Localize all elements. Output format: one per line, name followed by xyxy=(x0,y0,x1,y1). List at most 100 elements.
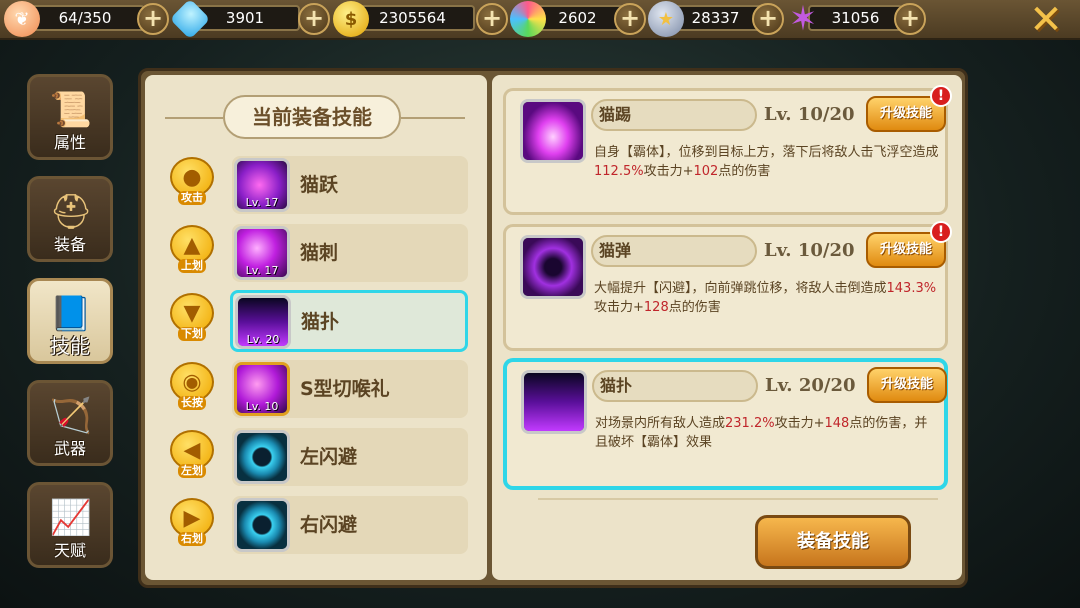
stamina-counter: 64/350 xyxy=(25,5,145,31)
skill-level: Lv. 17 xyxy=(245,264,279,277)
skill-icon-dodge-left xyxy=(234,430,290,484)
scroll-icon: 📜 xyxy=(49,90,93,130)
skill-card-description: 大幅提升【闪避】，向前弹跳位移，将敌人击倒造成143.3% 攻击力+128点的伤害 xyxy=(594,279,939,317)
desc-text: 对场景内所有敌人造成 xyxy=(595,416,726,431)
alert-icon: ! xyxy=(930,221,952,243)
dodge-left-art xyxy=(237,433,287,481)
add-star-button[interactable]: + xyxy=(894,3,926,35)
star-value: 31056 xyxy=(831,9,880,27)
equipped-skill-row[interactable]: Lv. 10 S型切喉礼 xyxy=(232,360,468,418)
helmet-icon: ⛑ xyxy=(49,192,93,232)
gesture-swipe-left-badge: ◀ 左划 xyxy=(166,430,218,482)
resource-bar: 64/350 ❦ + 3901 + 2305564 $ + 2602 + 283… xyxy=(0,0,1080,40)
skill-card-cat-bounce[interactable]: 猫弹 Lv. 10/20 升级技能 ! 大幅提升【闪避】，向前弹跳位移，将敌人击… xyxy=(503,221,952,351)
gesture-label: 攻击 xyxy=(178,191,206,205)
add-candy-button[interactable]: + xyxy=(614,3,646,35)
gesture-label: 长按 xyxy=(178,396,206,410)
skill-name: 右闪避 xyxy=(300,514,358,536)
rank-value: 28337 xyxy=(691,9,740,27)
skill-name: S型切喉礼 xyxy=(300,378,390,400)
add-diamond-button[interactable]: + xyxy=(298,3,330,35)
skill-card-cat-kick[interactable]: 猫踢 Lv. 10/20 升级技能 ! 自身【霸体】，位移到目标上方，落下后将敌… xyxy=(503,85,952,215)
close-icon[interactable]: ✕ xyxy=(1024,0,1068,40)
tab-skills[interactable]: 📘 技能 xyxy=(27,278,113,364)
desc-text: 点的伤害 xyxy=(718,164,771,179)
panel-title-group: 当前装备技能 xyxy=(165,95,465,139)
desc-text: 攻击力+ xyxy=(594,300,644,315)
skill-card-description: 自身【霸体】，位移到目标上方，落下后将敌人击飞浮空造成 112.5%攻击力+102… xyxy=(594,143,939,181)
gesture-label: 左划 xyxy=(178,464,206,478)
tab-equipment[interactable]: ⛑ 装备 xyxy=(27,176,113,262)
title-divider-right xyxy=(401,117,465,119)
gesture-attack-badge: ● 攻击 xyxy=(166,157,218,209)
desc-highlight: 112.5% xyxy=(594,164,644,179)
skill-card-level: Lv. 20/20 xyxy=(765,375,856,396)
panel-title: 当前装备技能 xyxy=(223,95,401,139)
skill-level: Lv. 20 xyxy=(246,333,280,346)
skill-name: 左闪避 xyxy=(300,446,358,468)
equip-skill-button[interactable]: 装备技能 xyxy=(755,515,911,569)
skill-icon-cat-stab: Lv. 17 xyxy=(234,226,290,280)
add-gold-button[interactable]: + xyxy=(476,3,508,35)
tab-talent[interactable]: 📈 天赋 xyxy=(27,482,113,568)
desc-text: 大幅提升【闪避】，向前弹跳位移，将敌人击倒造成 xyxy=(594,281,887,296)
skill-icon-cat-bounce xyxy=(520,235,586,299)
skill-icon-s-slash: Lv. 10 xyxy=(234,362,290,416)
purple-star-icon: ✶ xyxy=(788,0,818,39)
title-divider-left xyxy=(165,117,223,119)
skill-card-name: 猫踢 xyxy=(591,99,757,131)
desc-highlight: 231.2% xyxy=(725,416,775,431)
equipped-skill-row[interactable]: Lv. 17 猫刺 xyxy=(232,224,468,282)
desc-highlight: 128 xyxy=(643,300,669,315)
desc-highlight: 143.3% xyxy=(886,281,937,296)
tab-weapon[interactable]: 🏹 武器 xyxy=(27,380,113,466)
skill-level: Lv. 17 xyxy=(245,196,279,209)
skill-name: 猫扑 xyxy=(301,311,340,333)
skill-icon-cat-pounce: Lv. 20 xyxy=(235,295,291,349)
dodge-right-art xyxy=(237,501,287,549)
desc-highlight: 102 xyxy=(693,164,719,179)
talent-chart-icon: 📈 xyxy=(49,498,93,538)
tab-skills-label: 技能 xyxy=(50,334,90,358)
tab-attributes[interactable]: 📜 属性 xyxy=(27,74,113,160)
gesture-swipe-down-badge: ▼ 下划 xyxy=(166,293,218,345)
desc-highlight: 148 xyxy=(824,416,850,431)
candy-value: 2602 xyxy=(558,9,597,27)
desc-text: 点的伤害 xyxy=(668,300,721,315)
alert-icon: ! xyxy=(930,85,952,107)
gesture-label: 下划 xyxy=(178,327,206,341)
equipped-skill-row[interactable]: 右闪避 xyxy=(232,496,468,554)
desc-text: 攻击力+ xyxy=(643,164,694,179)
tab-talent-label: 天赋 xyxy=(53,541,86,560)
skill-icon-cat-pounce xyxy=(521,370,587,434)
cat-pounce-art xyxy=(524,373,584,431)
tab-equipment-label: 装备 xyxy=(53,235,86,254)
peach-icon: ❦ xyxy=(4,1,40,37)
add-stamina-button[interactable]: + xyxy=(137,3,169,35)
gesture-long-press-badge: ◉ 长按 xyxy=(166,362,218,414)
skill-card-cat-pounce-selected[interactable]: 猫扑 Lv. 20/20 升级技能 对场景内所有敌人造成231.2%攻击力+14… xyxy=(503,358,948,490)
tab-weapon-label: 武器 xyxy=(53,439,86,458)
skill-card-description: 对场景内所有敌人造成231.2%攻击力+148点的伤害，并且破坏【霸体】效果 xyxy=(595,414,940,452)
gesture-swipe-up-badge: ▲ 上划 xyxy=(166,225,218,277)
skill-icon-cat-kick xyxy=(520,99,586,163)
skill-card-level: Lv. 10/20 xyxy=(764,104,855,125)
gesture-label: 上划 xyxy=(178,259,206,273)
gesture-swipe-right-badge: ▶ 右划 xyxy=(166,498,218,550)
desc-text: 攻击力+ xyxy=(774,416,825,431)
star-counter: 31056 xyxy=(808,5,903,31)
skill-card-name: 猫扑 xyxy=(592,370,758,402)
add-rank-button[interactable]: + xyxy=(752,3,784,35)
skill-icon-cat-leap: Lv. 17 xyxy=(234,158,290,212)
lollipop-icon xyxy=(510,1,546,37)
equipped-skill-row-selected[interactable]: Lv. 20 猫扑 xyxy=(230,290,468,352)
upgrade-skill-button[interactable]: 升级技能 xyxy=(867,367,947,403)
equipped-skill-row[interactable]: Lv. 17 猫跃 xyxy=(232,156,468,214)
gold-coin-icon: $ xyxy=(333,1,369,37)
skill-icon-dodge-right xyxy=(234,498,290,552)
tab-attributes-label: 属性 xyxy=(53,133,86,152)
gesture-label: 右划 xyxy=(178,532,206,546)
equipped-skill-row[interactable]: 左闪避 xyxy=(232,428,468,486)
footer-divider xyxy=(538,498,938,500)
cat-kick-art xyxy=(523,102,583,160)
